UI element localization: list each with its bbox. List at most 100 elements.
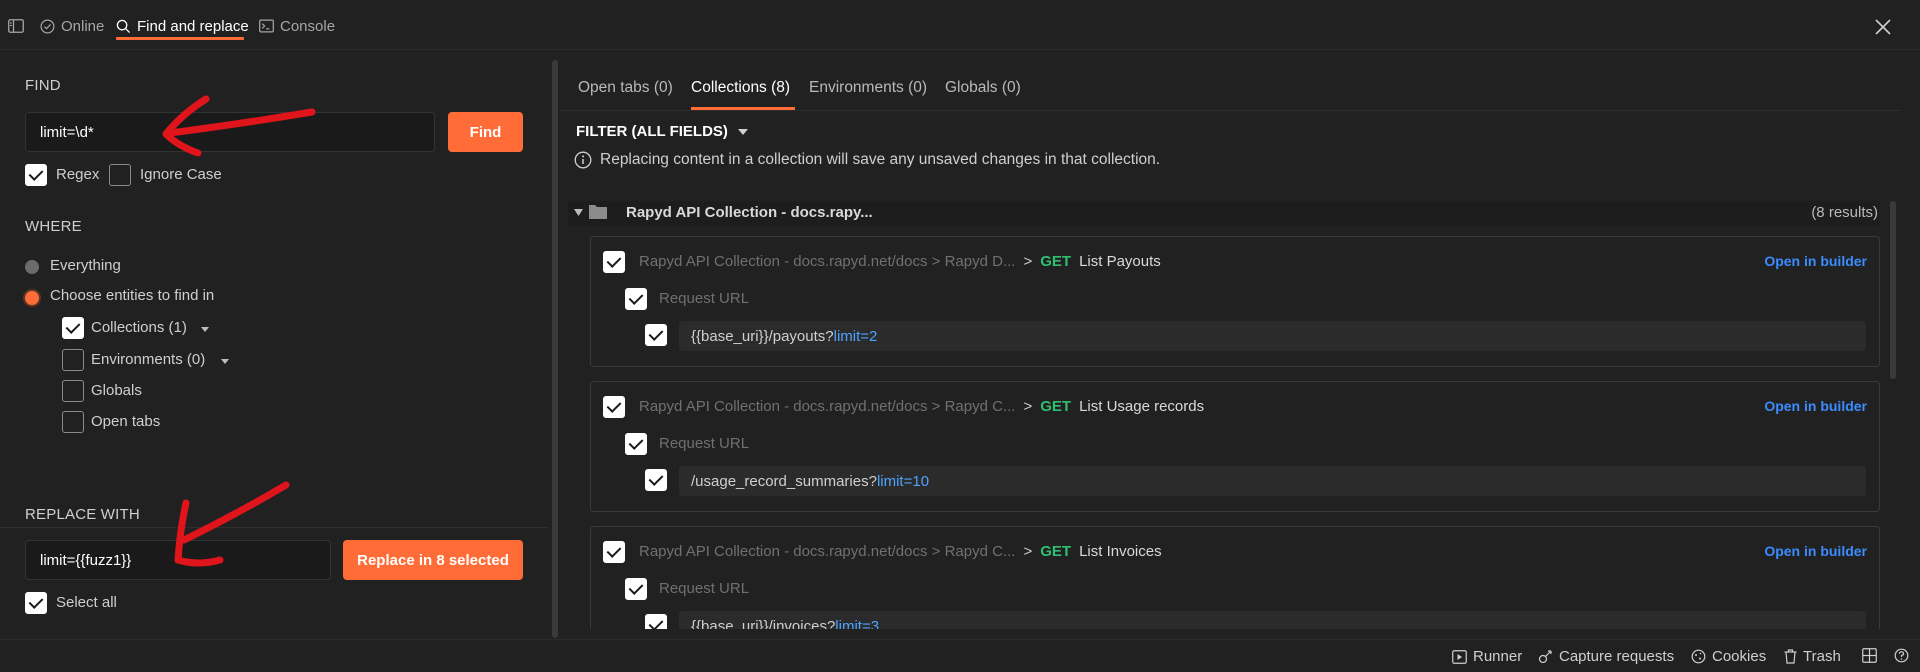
url-match: limit=3 xyxy=(835,617,880,630)
close-icon[interactable] xyxy=(1870,14,1896,40)
tab-console[interactable]: Console xyxy=(259,14,335,38)
result-card: Rapyd API Collection - docs.rapyd.net/do… xyxy=(590,236,1880,367)
url-prefix: /usage_record_summaries? xyxy=(691,472,877,490)
tab-globals[interactable]: Globals (0) xyxy=(945,79,1021,97)
tab-environments[interactable]: Environments (0) xyxy=(809,79,927,97)
request-url-label: Request URL xyxy=(659,580,750,597)
result-checkbox[interactable] xyxy=(603,396,625,418)
choose-entities-label: Choose entities to find in xyxy=(50,287,215,304)
environments-dropdown-icon[interactable] xyxy=(221,359,229,364)
method-badge: GET xyxy=(1040,543,1072,560)
info-icon xyxy=(574,151,592,169)
where-section-label: WHERE xyxy=(25,218,82,235)
everything-label: Everything xyxy=(50,257,121,274)
replace-button[interactable]: Replace in 8 selected xyxy=(343,540,523,580)
request-name: List Payouts xyxy=(1079,253,1161,270)
url-match-value: /usage_record_summaries? limit=10 xyxy=(679,466,1866,496)
path-separator: > xyxy=(1023,543,1033,560)
tab-open-tabs[interactable]: Open tabs (0) xyxy=(578,79,673,97)
results-panel: Open tabs (0) Collections (8) Environmen… xyxy=(560,51,1900,629)
cookies-label: Cookies xyxy=(1712,648,1767,665)
panel-splitter[interactable] xyxy=(552,60,558,638)
everything-radio[interactable] xyxy=(25,260,39,274)
request-name: List Usage records xyxy=(1079,398,1205,415)
open-tabs-checkbox[interactable] xyxy=(62,411,84,433)
path-text: Rapyd API Collection - docs.rapyd.net/do… xyxy=(639,398,1016,415)
sidebar-toggle-icon[interactable] xyxy=(8,14,24,38)
results-count: (8 results) xyxy=(1811,204,1878,221)
trash-label: Trash xyxy=(1803,648,1841,665)
path-separator: > xyxy=(1023,398,1033,415)
results-scrollbar[interactable] xyxy=(1890,201,1896,379)
url-match-value: {{base_uri}}/payouts? limit=2 xyxy=(679,321,1866,351)
result-path: Rapyd API Collection - docs.rapyd.net/do… xyxy=(639,543,1162,560)
cookies-icon xyxy=(1691,649,1706,664)
capture-icon xyxy=(1538,649,1553,664)
find-button[interactable]: Find xyxy=(448,112,523,152)
top-bar: Online Find and replace Console xyxy=(0,0,1920,50)
status-bar: Runner Capture requests Cookies Trash xyxy=(0,639,1920,672)
tab-find-and-replace[interactable]: Find and replace xyxy=(116,14,249,38)
runner-icon xyxy=(1452,649,1467,664)
url-prefix: {{base_uri}}/invoices? xyxy=(691,617,836,630)
regex-checkbox[interactable] xyxy=(25,164,47,186)
section-divider xyxy=(0,527,548,528)
result-path: Rapyd API Collection - docs.rapyd.net/do… xyxy=(639,398,1204,415)
result-card: Rapyd API Collection - docs.rapyd.net/do… xyxy=(590,381,1880,512)
active-tab-indicator xyxy=(116,37,244,40)
caret-down-icon[interactable] xyxy=(574,209,583,216)
url-prefix: {{base_uri}}/payouts? xyxy=(691,327,834,345)
request-url-checkbox[interactable] xyxy=(625,288,647,310)
open-in-builder-link[interactable]: Open in builder xyxy=(1764,543,1867,559)
select-all-label: Select all xyxy=(56,594,117,611)
capture-label: Capture requests xyxy=(1559,648,1675,665)
find-input[interactable]: limit=\d* xyxy=(25,112,435,152)
result-checkbox[interactable] xyxy=(603,541,625,563)
collection-group-header[interactable]: Rapyd API Collection - docs.rapy... (8 r… xyxy=(568,201,1880,225)
console-icon xyxy=(259,19,274,33)
select-all-checkbox[interactable] xyxy=(25,592,47,614)
replace-input[interactable]: limit={{fuzz1}} xyxy=(25,540,331,580)
request-url-checkbox[interactable] xyxy=(625,578,647,600)
regex-label: Regex xyxy=(56,166,100,183)
open-tabs-label: Open tabs xyxy=(91,413,161,430)
info-message: Replacing content in a collection will s… xyxy=(574,151,1160,169)
choose-entities-radio[interactable] xyxy=(25,291,39,305)
tab-online[interactable]: Online xyxy=(40,14,104,38)
chevron-down-icon xyxy=(737,128,748,135)
collections-checkbox[interactable] xyxy=(62,317,84,339)
layout-icon[interactable] xyxy=(1862,648,1877,663)
online-check-icon xyxy=(40,19,55,34)
environments-checkbox[interactable] xyxy=(62,349,84,371)
find-section-label: FIND xyxy=(25,77,61,94)
search-icon xyxy=(116,19,131,34)
online-label: Online xyxy=(61,17,105,35)
folder-icon xyxy=(588,203,608,220)
request-url-checkbox[interactable] xyxy=(625,433,647,455)
trash-button[interactable]: Trash xyxy=(1784,648,1841,665)
result-checkbox[interactable] xyxy=(603,251,625,273)
runner-button[interactable]: Runner xyxy=(1452,648,1522,665)
collection-title: Rapyd API Collection - docs.rapy... xyxy=(626,204,873,221)
match-checkbox[interactable] xyxy=(645,614,667,629)
open-in-builder-link[interactable]: Open in builder xyxy=(1764,398,1867,414)
match-checkbox[interactable] xyxy=(645,324,667,346)
match-checkbox[interactable] xyxy=(645,469,667,491)
open-in-builder-link[interactable]: Open in builder xyxy=(1764,253,1867,269)
find-replace-label: Find and replace xyxy=(137,17,249,35)
filter-dropdown[interactable]: FILTER (ALL FIELDS) xyxy=(576,123,748,140)
result-path: Rapyd API Collection - docs.rapyd.net/do… xyxy=(639,253,1161,270)
ignore-case-checkbox[interactable] xyxy=(109,164,131,186)
path-text: Rapyd API Collection - docs.rapyd.net/do… xyxy=(639,543,1016,560)
environments-label: Environments (0) xyxy=(91,351,206,368)
globals-checkbox[interactable] xyxy=(62,380,84,402)
capture-requests-button[interactable]: Capture requests xyxy=(1538,648,1674,665)
collections-dropdown-icon[interactable] xyxy=(201,327,209,332)
runner-label: Runner xyxy=(1473,648,1523,665)
request-name: List Invoices xyxy=(1079,543,1162,560)
help-icon[interactable] xyxy=(1894,648,1909,663)
cookies-button[interactable]: Cookies xyxy=(1691,648,1766,665)
request-url-label: Request URL xyxy=(659,290,750,307)
tab-collections[interactable]: Collections (8) xyxy=(691,79,790,97)
url-match-value: {{base_uri}}/invoices? limit=3 xyxy=(679,611,1866,629)
